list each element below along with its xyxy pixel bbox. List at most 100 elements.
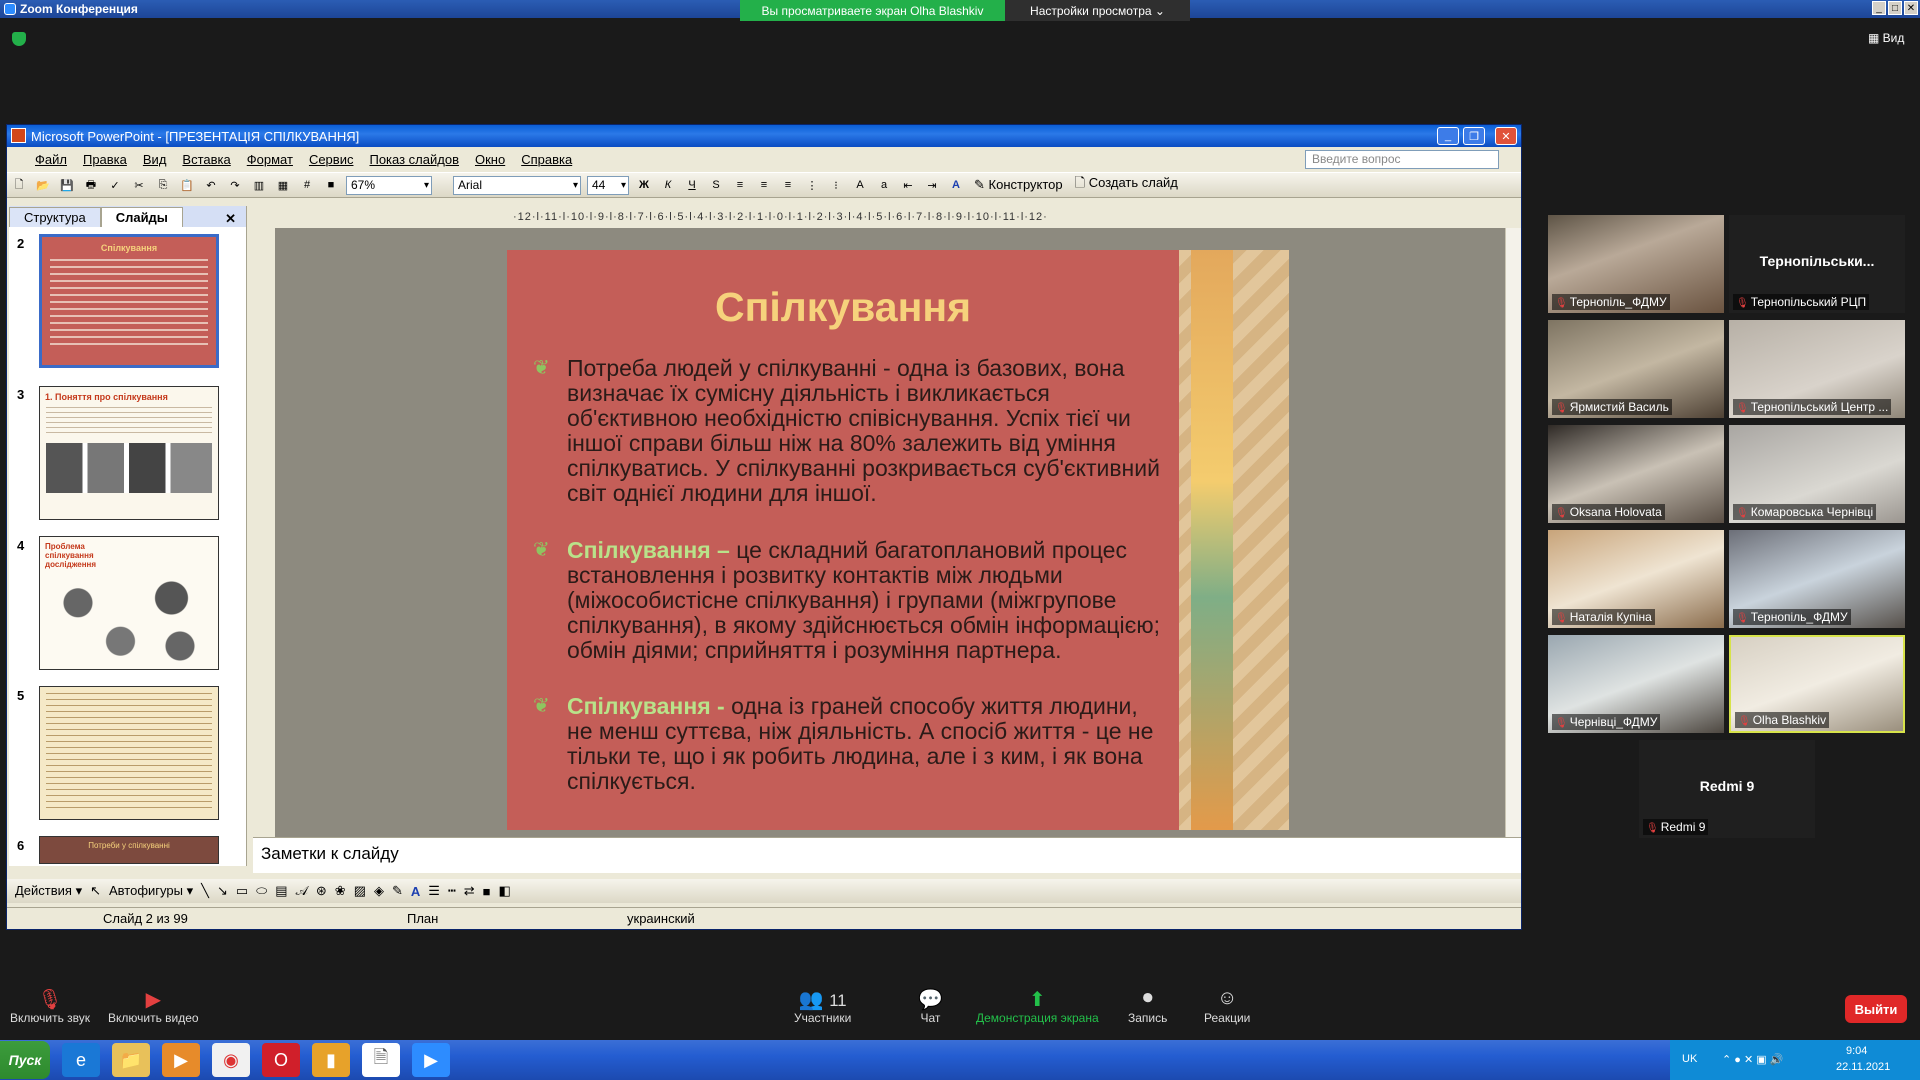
menu-format[interactable]: Формат <box>247 152 293 167</box>
textbox-icon[interactable]: ▤ <box>275 883 287 899</box>
ppt-minimize-button[interactable]: _ <box>1437 127 1459 145</box>
decrease-font-icon[interactable]: a <box>874 175 894 195</box>
unmute-button[interactable]: 🎙 Включить звук <box>10 987 90 1025</box>
shadow-style-icon[interactable]: ■ <box>483 884 491 899</box>
media-player-icon[interactable]: ▶ <box>162 1043 200 1077</box>
document-icon[interactable]: 🗎 <box>362 1043 400 1077</box>
increase-font-icon[interactable]: A <box>850 175 870 195</box>
view-settings-button[interactable]: Настройки просмотра ⌄ <box>1005 0 1190 21</box>
participants-button[interactable]: 👥 11 Участники <box>794 987 851 1025</box>
font-color-icon[interactable]: A <box>946 175 966 195</box>
menu-tools[interactable]: Сервис <box>309 152 354 167</box>
explorer-icon[interactable]: 📁 <box>112 1043 150 1077</box>
numbering-icon[interactable]: ⋮ <box>802 175 822 195</box>
align-left-icon[interactable]: ≡ <box>730 175 750 195</box>
indent-icon[interactable]: ⇥ <box>922 175 942 195</box>
oval-icon[interactable]: ⬭ <box>256 883 267 899</box>
menu-slideshow[interactable]: Показ слайдов <box>369 152 459 167</box>
share-screen-button[interactable]: ⬆ Демонстрация экрана <box>976 987 1099 1025</box>
participant-tile[interactable]: Комаровська Чернівці <box>1729 425 1905 523</box>
app-icon[interactable]: ▮ <box>312 1043 350 1077</box>
slide-bullet-3[interactable]: Спілкування - одна із граней способу жит… <box>533 694 1167 794</box>
slide-bullet-1[interactable]: Потреба людей у спілкуванні - одна із ба… <box>533 356 1167 506</box>
menu-insert[interactable]: Вставка <box>182 152 230 167</box>
vertical-scrollbar[interactable] <box>1505 228 1521 848</box>
designer-button[interactable]: ✎ Конструктор <box>974 177 1063 193</box>
chart-icon[interactable]: ▥ <box>249 175 269 195</box>
align-right-icon[interactable]: ≡ <box>778 175 798 195</box>
language-indicator[interactable]: UK <box>1682 1053 1697 1065</box>
spelling-icon[interactable]: ✓ <box>105 175 125 195</box>
print-icon[interactable]: 🖶 <box>81 175 101 195</box>
actions-menu[interactable]: Действия ▾ <box>15 883 82 899</box>
wordart-icon[interactable]: 𝒜 <box>296 883 308 899</box>
slide-bullet-2[interactable]: Спілкування – це складний багатоплановий… <box>533 538 1167 663</box>
arrow-style-icon[interactable]: ⇄ <box>464 883 475 899</box>
clipart-icon[interactable]: ❀ <box>335 883 346 899</box>
picture-icon[interactable]: ▨ <box>354 883 366 899</box>
copy-icon[interactable]: ⎘ <box>153 175 173 195</box>
security-shield-icon[interactable] <box>12 32 26 46</box>
slide-thumbnail[interactable]: Потреби у спілкуванні <box>39 836 219 864</box>
arrow-icon[interactable]: ↘ <box>217 883 228 899</box>
new-slide-button[interactable]: 🗋 Создать слайд <box>1075 174 1178 196</box>
participant-tile[interactable]: Тернопіль_ФДМУ <box>1548 215 1724 313</box>
save-icon[interactable]: 💾 <box>57 175 77 195</box>
underline-icon[interactable]: Ч <box>682 175 702 195</box>
open-icon[interactable]: 📂 <box>33 175 53 195</box>
minimize-button[interactable]: _ <box>1872 1 1886 15</box>
ppt-restore-button[interactable]: ❐ <box>1463 127 1485 145</box>
slide-thumbnail[interactable] <box>39 686 219 820</box>
participant-tile[interactable]: Ярмистий Василь <box>1548 320 1724 418</box>
start-button[interactable]: Пуск <box>0 1041 50 1079</box>
bold-icon[interactable]: Ж <box>634 175 654 195</box>
diagram-icon[interactable]: ⊛ <box>316 883 327 899</box>
outdent-icon[interactable]: ⇤ <box>898 175 918 195</box>
ppt-close-button[interactable]: ✕ <box>1495 127 1517 145</box>
menu-view[interactable]: Вид <box>143 152 167 167</box>
slide-thumbnail[interactable]: Спілкування <box>39 234 219 368</box>
menu-help[interactable]: Справка <box>521 152 572 167</box>
participant-tile[interactable]: Oksana Holovata <box>1548 425 1724 523</box>
line-icon[interactable]: ╲ <box>201 883 209 899</box>
line-style-icon[interactable]: ☰ <box>428 883 440 899</box>
participant-tile[interactable]: Чернівці_ФДМУ <box>1548 635 1724 733</box>
participant-tile[interactable]: Тернопільськи... Тернопільський РЦП <box>1729 215 1905 313</box>
close-pane-icon[interactable]: ✕ <box>225 211 236 227</box>
slide-canvas[interactable]: Спілкування Потреба людей у спілкуванні … <box>507 250 1289 830</box>
view-button[interactable]: ▦ Вид <box>1868 31 1904 45</box>
paste-icon[interactable]: 📋 <box>177 175 197 195</box>
shadow-icon[interactable]: S <box>706 175 726 195</box>
maximize-button[interactable]: □ <box>1888 1 1902 15</box>
menu-edit[interactable]: Правка <box>83 152 127 167</box>
undo-icon[interactable]: ↶ <box>201 175 221 195</box>
menu-window[interactable]: Окно <box>475 152 505 167</box>
font-color-icon[interactable]: A <box>411 884 420 899</box>
font-size-select[interactable]: 44 <box>587 175 629 195</box>
participant-tile[interactable]: Тернопільський Центр ... <box>1729 320 1905 418</box>
cut-icon[interactable]: ✂ <box>129 175 149 195</box>
fill-color-icon[interactable]: ◈ <box>374 883 384 899</box>
align-center-icon[interactable]: ≡ <box>754 175 774 195</box>
grid-toggle-icon[interactable]: # <box>297 175 317 195</box>
tab-slides[interactable]: Слайды <box>100 207 183 227</box>
slide-thumbnail[interactable]: 1. Поняття про спілкування <box>39 386 219 520</box>
leave-button[interactable]: Выйти <box>1845 995 1907 1023</box>
table-icon[interactable]: ▦ <box>273 175 293 195</box>
line-color-icon[interactable]: ✎ <box>392 883 403 899</box>
slide-thumbnail[interactable]: Проблема спілкування дослідження <box>39 536 219 670</box>
chat-button[interactable]: 💬 Чат <box>918 987 943 1025</box>
redo-icon[interactable]: ↷ <box>225 175 245 195</box>
chrome-icon[interactable]: ◉ <box>212 1043 250 1077</box>
menu-file[interactable]: Файл <box>35 152 67 167</box>
clock-time[interactable]: 9:04 <box>1846 1045 1867 1057</box>
tray-icons[interactable]: ⌃ ● ✕ ▣ 🔊 <box>1722 1053 1783 1066</box>
opera-icon[interactable]: O <box>262 1043 300 1077</box>
italic-icon[interactable]: К <box>658 175 678 195</box>
bullets-icon[interactable]: ⁝ <box>826 175 846 195</box>
ask-question-input[interactable]: Введите вопрос <box>1305 150 1499 169</box>
participant-tile-active-speaker[interactable]: Olha Blashkiv <box>1729 635 1905 733</box>
participant-tile[interactable]: Наталія Купіна <box>1548 530 1724 628</box>
record-button[interactable]: ⏺ Запись <box>1128 987 1167 1025</box>
clock-date[interactable]: 22.11.2021 <box>1836 1061 1890 1073</box>
